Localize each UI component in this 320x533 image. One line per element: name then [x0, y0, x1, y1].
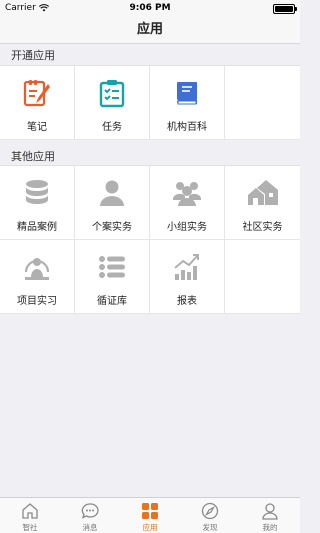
battery-icon — [273, 4, 297, 14]
apps-icon — [140, 501, 160, 521]
app-tasks[interactable]: 任务 — [75, 66, 150, 140]
home-icon — [20, 501, 40, 521]
app-community-practice[interactable]: 社区实务 — [225, 166, 300, 240]
tab-home-label: 智社 — [22, 523, 38, 532]
tab-me[interactable]: 我的 — [240, 498, 300, 533]
page-title: 应用 — [136, 22, 163, 37]
navigation-bar: 应用 — [0, 18, 300, 44]
app-community-practice-label: 社区实务 — [242, 222, 283, 233]
app-evidence-library-label: 循证库 — [97, 296, 127, 307]
message-icon — [80, 501, 100, 521]
tab-apps[interactable]: 应用 — [120, 498, 180, 533]
app-project-internship[interactable]: 项目实习 — [0, 240, 75, 314]
bar-chart-icon — [170, 250, 204, 284]
app-project-internship-label: 项目实习 — [17, 296, 57, 307]
other-apps-grid: 精品案例 个案实务 小组实务 社区实务 项目实习 循证库 报表 — [0, 165, 300, 314]
tab-me-label: 我的 — [262, 523, 278, 532]
app-institution-wiki-label: 机构百科 — [167, 122, 207, 133]
compass-icon — [200, 501, 220, 521]
status-bar: Carrier 9:06 PM — [0, 0, 300, 18]
app-tasks-label: 任务 — [102, 122, 122, 133]
app-notes-label: 笔记 — [27, 122, 47, 133]
app-notes[interactable]: 笔记 — [0, 66, 75, 140]
tab-discover[interactable]: 发现 — [180, 498, 240, 533]
notebook-pen-icon — [20, 76, 54, 110]
app-group-practice-label: 小组实务 — [167, 222, 207, 233]
tab-discover-label: 发现 — [202, 523, 218, 532]
empty-cell — [225, 240, 300, 314]
app-reports-label: 报表 — [177, 296, 197, 307]
app-group-practice[interactable]: 小组实务 — [150, 166, 225, 240]
app-featured-cases[interactable]: 精品案例 — [0, 166, 75, 240]
presenter-icon — [20, 250, 54, 284]
status-time: 9:06 PM — [129, 3, 171, 13]
tab-bar: 智社 消息 应用 发现 我的 — [0, 497, 300, 533]
section-header-opened: 开通应用 — [11, 49, 55, 62]
tab-apps-label: 应用 — [142, 523, 158, 532]
database-icon — [20, 176, 54, 210]
houses-icon — [246, 176, 280, 210]
tab-messages-label: 消息 — [82, 523, 98, 532]
app-case-practice[interactable]: 个案实务 — [75, 166, 150, 240]
user-icon — [260, 501, 280, 521]
group-icon — [170, 176, 204, 210]
tab-home[interactable]: 智社 — [0, 498, 60, 533]
tab-messages[interactable]: 消息 — [60, 498, 120, 533]
app-institution-wiki[interactable]: 机构百科 — [150, 66, 225, 140]
section-header-other: 其他应用 — [11, 150, 55, 163]
list-icon — [95, 250, 129, 284]
opened-apps-grid: 笔记 任务 机构百科 — [0, 65, 300, 140]
empty-cell — [225, 66, 300, 140]
app-reports[interactable]: 报表 — [150, 240, 225, 314]
app-featured-cases-label: 精品案例 — [17, 222, 57, 233]
app-case-practice-label: 个案实务 — [92, 222, 132, 233]
person-icon — [95, 176, 129, 210]
app-evidence-library[interactable]: 循证库 — [75, 240, 150, 314]
task-clipboard-icon — [95, 76, 129, 110]
book-icon — [170, 76, 204, 110]
